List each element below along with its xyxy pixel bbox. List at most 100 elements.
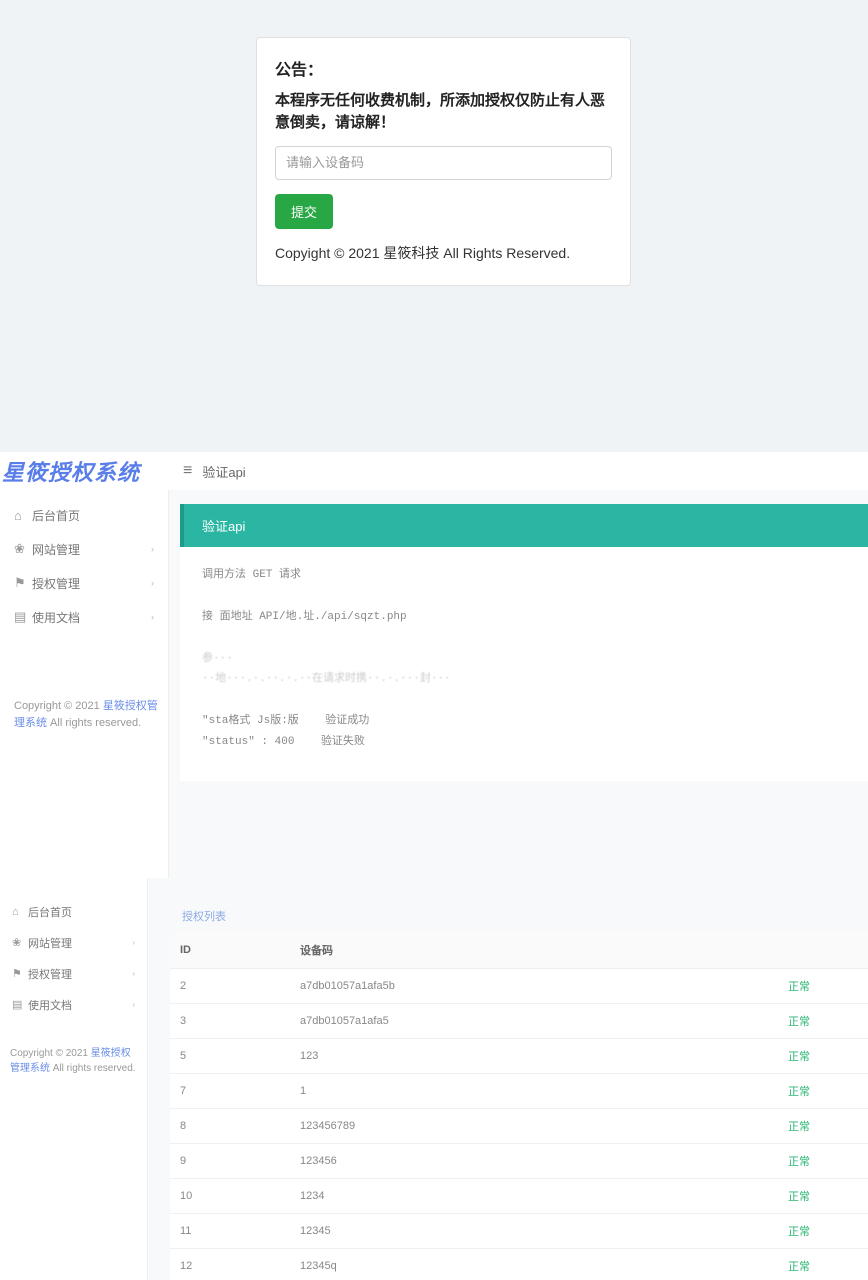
code-line [202, 586, 846, 607]
content-title: 验证api [180, 504, 868, 547]
cell-id: 12 [170, 1249, 290, 1280]
menu-label: 网站管理 [28, 935, 132, 951]
auth-table: ID 设备码 2a7db01057a1afa5b正常3a7db01057a1af… [170, 932, 868, 1280]
cell-id: 2 [170, 969, 290, 1004]
cell-device: 1234 [290, 1179, 778, 1214]
menu-icon: ⌂ [12, 906, 28, 918]
code-line: ··地···.·.··.·.··在请求时携··.·.···封··· [202, 669, 846, 690]
logo: 星筱授权系统 [0, 452, 169, 490]
announcement-panel: 公告： 本程序无任何收费机制，所添加授权仅防止有人恶意倒卖，请谅解！ 提交 Co… [0, 0, 868, 452]
api-code-block: 调用方法 GET 请求 接 面地址 API/地.址./api/sqzt.php … [180, 547, 868, 781]
sidebar-item[interactable]: ▤使用文档› [0, 989, 147, 1020]
cell-status: 正常 [778, 1109, 868, 1144]
code-line: "sta格式 Js版:版 验证成功 [202, 711, 846, 732]
menu-label: 后台首页 [28, 904, 135, 920]
copyright-text: Copyight © 2021 星筱科技 All Rights Reserved… [275, 243, 612, 263]
cell-status: 正常 [778, 969, 868, 1004]
menu-label: 使用文档 [28, 997, 132, 1013]
menu-icon: ⚑ [14, 575, 32, 591]
cell-device: 123456 [290, 1144, 778, 1179]
col-status [778, 932, 868, 969]
cell-id: 11 [170, 1214, 290, 1249]
cell-id: 7 [170, 1074, 290, 1109]
api-docs-panel: 星筱授权系统 ≡ 验证api ⌂后台首页❀网站管理›⚑授权管理›▤使用文档› C… [0, 452, 868, 878]
cell-device: a7db01057a1afa5 [290, 1004, 778, 1039]
content-area: 授权列表 ID 设备码 2a7db01057a1afa5b正常3a7db0105… [170, 900, 868, 1280]
menu-icon: ❀ [12, 936, 28, 949]
device-code-input[interactable] [275, 146, 612, 180]
submit-button[interactable]: 提交 [275, 194, 333, 229]
cell-device: 123456789 [290, 1109, 778, 1144]
cell-id: 9 [170, 1144, 290, 1179]
chevron-right-icon: › [132, 938, 135, 947]
cell-id: 5 [170, 1039, 290, 1074]
col-id: ID [170, 932, 290, 969]
sidebar-item[interactable]: ⚑授权管理› [0, 566, 168, 600]
menu-icon: ▤ [14, 609, 32, 625]
auth-list-panel: ⌂后台首页❀网站管理›⚑授权管理›▤使用文档› Copyright © 2021… [0, 878, 868, 1280]
notice-heading: 公告： [275, 56, 612, 80]
sidebar-footer: Copyright © 2021 星筱授权管理系统 All rights res… [10, 1046, 147, 1076]
cell-device: 12345 [290, 1214, 778, 1249]
code-line: 参··· [202, 649, 846, 670]
cell-device: a7db01057a1afa5b [290, 969, 778, 1004]
table-row[interactable]: 3a7db01057a1afa5正常 [170, 1004, 868, 1039]
cell-device: 123 [290, 1039, 778, 1074]
cell-status: 正常 [778, 1074, 868, 1109]
sidebar-item[interactable]: ⌂后台首页 [0, 896, 147, 927]
list-title: 授权列表 [170, 900, 868, 932]
menu-label: 使用文档 [32, 609, 151, 626]
chevron-right-icon: › [151, 578, 154, 588]
code-line: 接 面地址 API/地.址./api/sqzt.php [202, 607, 846, 628]
table-row[interactable]: 5123正常 [170, 1039, 868, 1074]
content-area: 验证api 调用方法 GET 请求 接 面地址 API/地.址./api/sqz… [180, 504, 868, 781]
menu-label: 授权管理 [32, 575, 151, 592]
sidebar-item[interactable]: ▤使用文档› [0, 600, 168, 634]
cell-status: 正常 [778, 1004, 868, 1039]
cell-id: 3 [170, 1004, 290, 1039]
sidebar: ⌂后台首页❀网站管理›⚑授权管理›▤使用文档› Copyright © 2021… [0, 490, 169, 878]
sidebar: ⌂后台首页❀网站管理›⚑授权管理›▤使用文档› Copyright © 2021… [0, 878, 148, 1280]
cell-status: 正常 [778, 1144, 868, 1179]
sidebar-item[interactable]: ⌂后台首页 [0, 498, 168, 532]
menu-icon: ▤ [12, 998, 28, 1011]
code-line [202, 690, 846, 711]
menu-label: 网站管理 [32, 541, 151, 558]
cell-status: 正常 [778, 1179, 868, 1214]
sidebar-footer: Copyright © 2021 星筱授权管理系统 All rights res… [14, 698, 168, 731]
menu-toggle-icon[interactable]: ≡ [183, 462, 192, 480]
cell-id: 10 [170, 1179, 290, 1214]
table-row[interactable]: 101234正常 [170, 1179, 868, 1214]
code-line [202, 628, 846, 649]
breadcrumb: 验证api [202, 462, 245, 481]
table-row[interactable]: 9123456正常 [170, 1144, 868, 1179]
menu-icon: ⌂ [14, 508, 32, 523]
table-row[interactable]: 71正常 [170, 1074, 868, 1109]
menu-icon: ⚑ [12, 967, 28, 980]
cell-status: 正常 [778, 1039, 868, 1074]
table-row[interactable]: 1212345q正常 [170, 1249, 868, 1280]
topbar: 星筱授权系统 ≡ 验证api [0, 452, 868, 490]
code-line: "status" : 400 验证失败 [202, 732, 846, 753]
chevron-right-icon: › [151, 612, 154, 622]
cell-status: 正常 [778, 1214, 868, 1249]
table-row[interactable]: 8123456789正常 [170, 1109, 868, 1144]
chevron-right-icon: › [132, 969, 135, 978]
chevron-right-icon: › [151, 544, 154, 554]
sidebar-item[interactable]: ❀网站管理› [0, 532, 168, 566]
menu-label: 后台首页 [32, 507, 154, 524]
cell-device: 12345q [290, 1249, 778, 1280]
sidebar-item[interactable]: ⚑授权管理› [0, 958, 147, 989]
cell-status: 正常 [778, 1249, 868, 1280]
chevron-right-icon: › [132, 1000, 135, 1009]
menu-icon: ❀ [14, 541, 32, 557]
col-device: 设备码 [290, 932, 778, 969]
notice-body: 本程序无任何收费机制，所添加授权仅防止有人恶意倒卖，请谅解！ [275, 90, 612, 134]
sidebar-item[interactable]: ❀网站管理› [0, 927, 147, 958]
announcement-card: 公告： 本程序无任何收费机制，所添加授权仅防止有人恶意倒卖，请谅解！ 提交 Co… [256, 37, 631, 286]
table-row[interactable]: 2a7db01057a1afa5b正常 [170, 969, 868, 1004]
table-row[interactable]: 1112345正常 [170, 1214, 868, 1249]
cell-device: 1 [290, 1074, 778, 1109]
menu-label: 授权管理 [28, 966, 132, 982]
cell-id: 8 [170, 1109, 290, 1144]
